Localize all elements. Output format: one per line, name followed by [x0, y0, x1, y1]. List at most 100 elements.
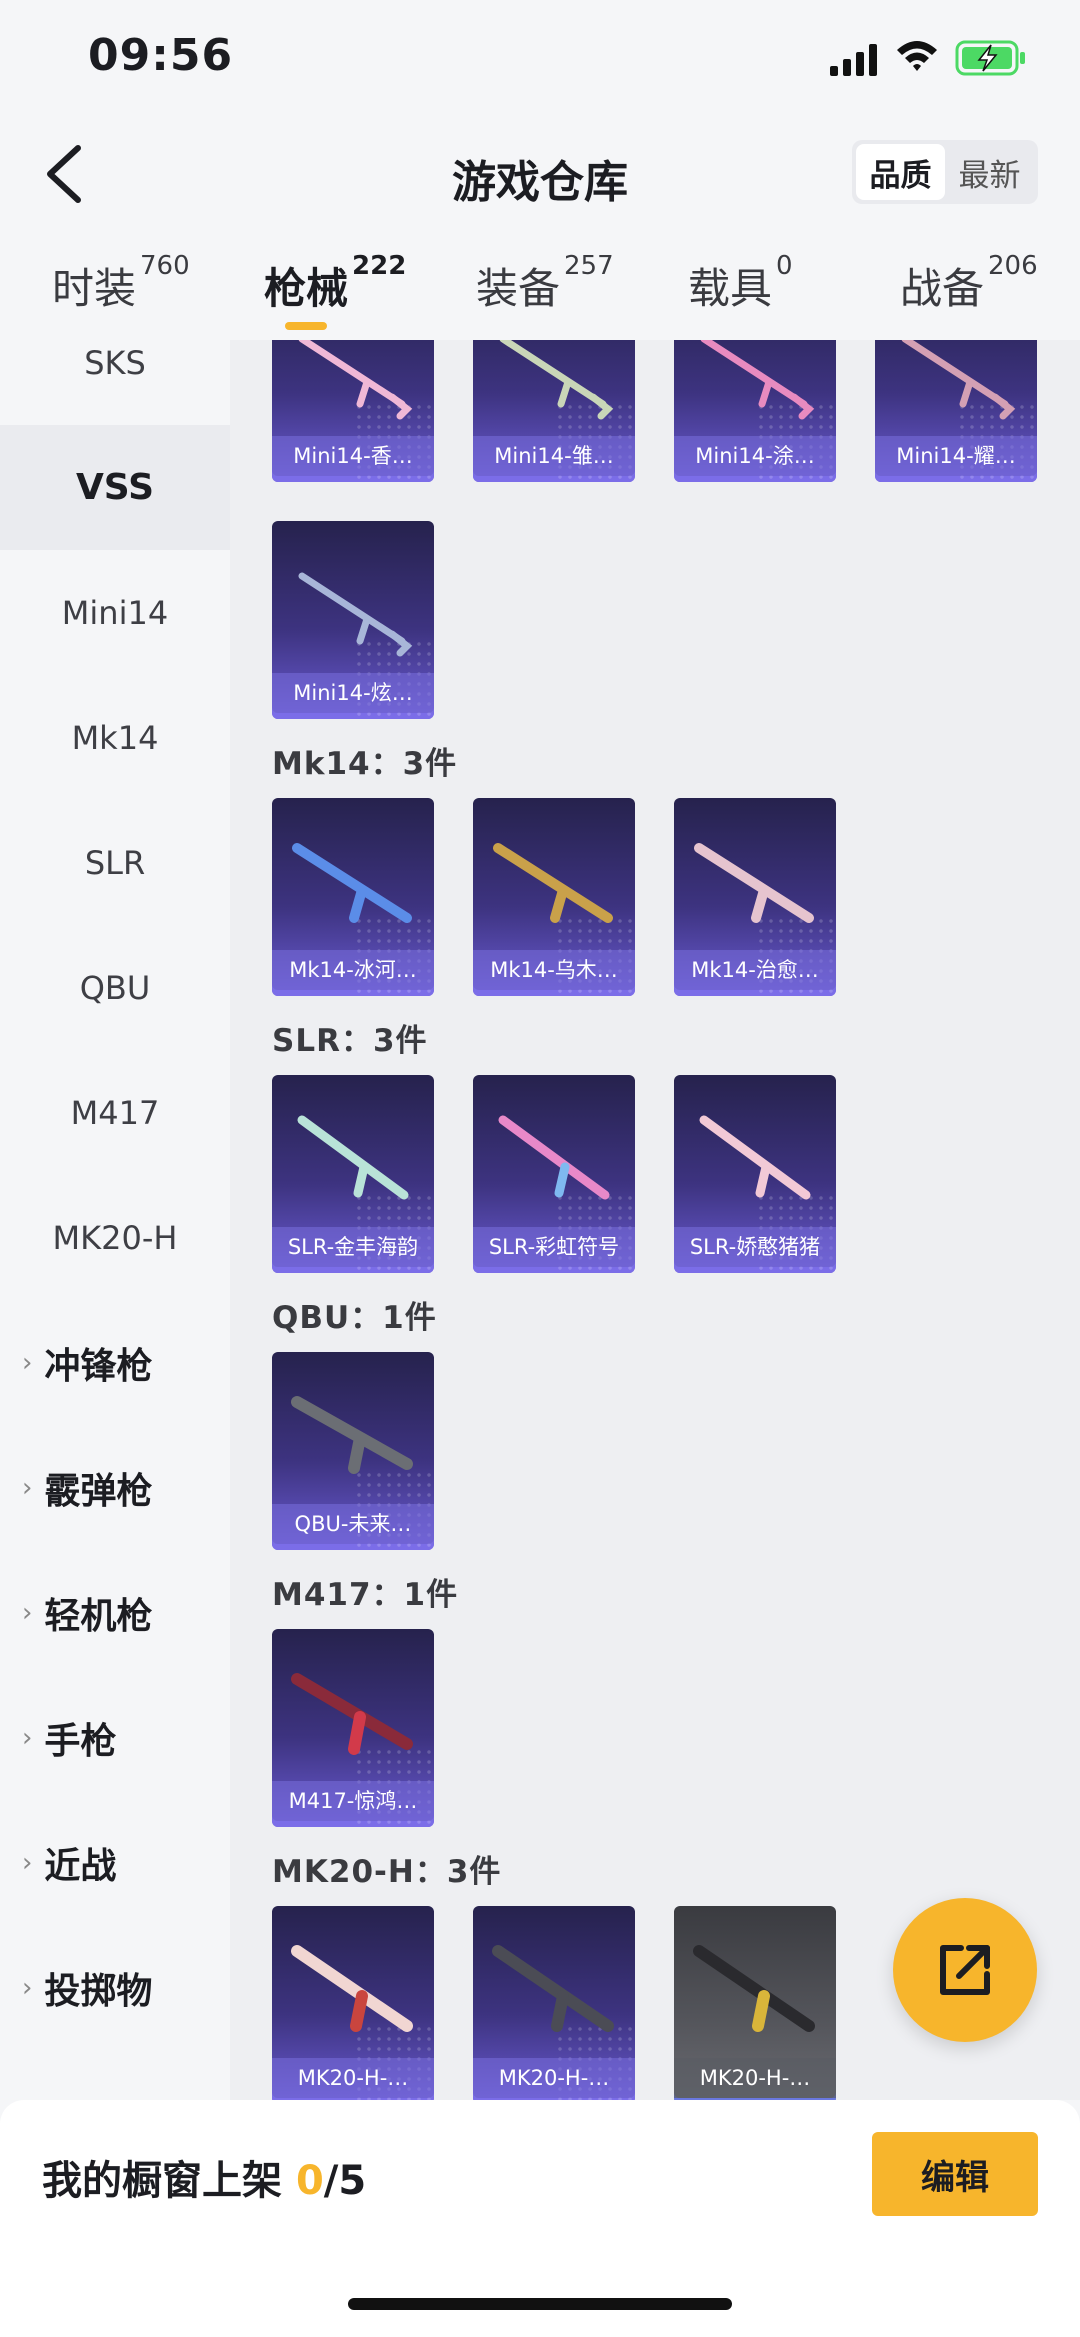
tab-supplies[interactable]: 战备 206	[900, 251, 1038, 316]
sidebar-item-mk14[interactable]: Mk14	[0, 675, 230, 800]
skin-name: Mini14-炫…	[272, 673, 434, 713]
sidebar-category-label: 霰弹枪	[44, 1470, 153, 1512]
showcase-total: /5	[323, 2158, 367, 2204]
rifle-icon	[291, 1945, 413, 2032]
skin-name: Mini14-雏…	[473, 436, 635, 476]
tab-label: 战备	[900, 264, 985, 313]
rifle-icon	[699, 1115, 811, 1200]
sort-option-quality[interactable]: 品质	[856, 144, 945, 200]
skin-name: SLR-金丰海韵	[272, 1227, 434, 1267]
sort-option-newest[interactable]: 最新	[945, 144, 1034, 200]
chevron-right-icon: ›	[22, 1847, 33, 1878]
skin-card[interactable]: Mk14-乌木…	[473, 798, 635, 996]
sidebar-category-label: 近战	[44, 1845, 117, 1887]
skin-card[interactable]: SLR-金丰海韵	[272, 1075, 434, 1273]
skin-card[interactable]: Mini14-雏…	[473, 340, 635, 482]
skin-card[interactable]: M417-惊鸿…	[272, 1629, 434, 1827]
group-title-mk14: Mk14：3件	[272, 746, 458, 782]
showcase-status: 我的橱窗上架 0/5	[42, 2148, 366, 2206]
home-indicator	[348, 2298, 732, 2310]
sidebar-category-lmg[interactable]: › 轻机枪	[0, 1550, 230, 1675]
skin-card[interactable]: Mini14-耀…	[875, 340, 1037, 482]
group-title-slr: SLR：3件	[272, 1023, 428, 1059]
showcase-current-count: 0	[295, 2158, 324, 2204]
showcase-label: 我的橱窗上架	[42, 2158, 296, 2204]
rifle-icon	[694, 843, 814, 923]
tab-label: 载具	[688, 264, 773, 313]
sidebar-item-mk20h[interactable]: MK20-H	[0, 1175, 230, 1300]
skin-card[interactable]: MK20-H-…	[272, 1906, 434, 2100]
tab-guns[interactable]: 枪械 222	[264, 251, 406, 316]
tab-label: 枪械	[264, 264, 349, 313]
skin-name: SLR-娇憨猪猪	[674, 1227, 836, 1267]
rifle-icon	[291, 1673, 413, 1755]
gun-skin-grid: Mini14-香… Mini14-雏… Mini14-涂… Mini14-耀… …	[230, 340, 1080, 2100]
tab-fashion[interactable]: 时装 760	[52, 251, 190, 316]
sidebar-category-smg[interactable]: › 冲锋枪	[0, 1300, 230, 1425]
tab-equipment[interactable]: 装备 257	[476, 251, 614, 316]
sidebar-category-label: 冲锋枪	[44, 1345, 153, 1387]
sidebar-item-vss[interactable]: VSS	[0, 425, 230, 550]
group-title-m417: M417：1件	[272, 1577, 459, 1613]
status-time: 09:56	[88, 30, 234, 81]
wifi-icon	[897, 41, 937, 71]
chevron-right-icon: ›	[22, 1722, 33, 1753]
skin-name: M417-惊鸿…	[272, 1781, 434, 1821]
sidebar-category-shotgun[interactable]: › 霰弹枪	[0, 1425, 230, 1550]
sidebar-category-pistol[interactable]: › 手枪	[0, 1675, 230, 1800]
skin-card[interactable]: Mini14-涂…	[674, 340, 836, 482]
sidebar-item-qbu[interactable]: QBU	[0, 925, 230, 1050]
rifle-icon	[298, 340, 413, 420]
sidebar-category-label: 投掷物	[44, 1970, 153, 2012]
gun-type-sidebar: SKS VSS Mini14 Mk14 SLR QBU M417 MK20-H …	[0, 340, 230, 2100]
edit-button[interactable]: 编辑	[872, 2132, 1038, 2216]
sidebar-category-label: 轻机枪	[44, 1595, 153, 1637]
skin-name: Mini14-涂…	[674, 436, 836, 476]
group-title-mk20h: MK20-H：3件	[272, 1854, 502, 1890]
tab-label: 装备	[476, 264, 561, 313]
skin-card[interactable]: Mk14-冰河…	[272, 798, 434, 996]
tab-count: 760	[140, 251, 190, 281]
skin-name: SLR-彩虹符号	[473, 1227, 635, 1267]
skin-card[interactable]: QBU-未来…	[272, 1352, 434, 1550]
skin-name: Mini14-耀…	[875, 436, 1037, 476]
sidebar-category-melee[interactable]: › 近战	[0, 1800, 230, 1925]
sidebar-category-throwable[interactable]: › 投掷物	[0, 1925, 230, 2050]
skin-card[interactable]: Mini14-炫…	[272, 521, 434, 719]
chevron-right-icon: ›	[22, 1597, 33, 1628]
skin-card[interactable]: SLR-彩虹符号	[473, 1075, 635, 1273]
rifle-icon	[292, 843, 412, 923]
tab-count: 206	[988, 251, 1038, 281]
rifle-icon	[499, 340, 614, 420]
battery-charging-icon	[955, 40, 1025, 76]
rifle-icon	[291, 1396, 413, 1474]
skin-name: MK20-H-…	[473, 2058, 635, 2098]
active-tab-indicator	[285, 322, 327, 330]
sidebar-item-slr[interactable]: SLR	[0, 800, 230, 925]
chevron-right-icon: ›	[22, 1347, 33, 1378]
showcase-footer: 我的橱窗上架 0/5 编辑	[0, 2100, 1080, 2337]
tab-label: 时装	[52, 264, 137, 313]
skin-name: Mk14-治愈…	[674, 950, 836, 990]
skin-card[interactable]: SLR-娇憨猪猪	[674, 1075, 836, 1273]
tab-vehicles[interactable]: 载具 0	[688, 251, 793, 316]
status-bar: 09:56	[0, 0, 1080, 120]
skin-name: Mini14-香…	[272, 436, 434, 476]
skin-card[interactable]: MK20-H-…	[473, 1906, 635, 2100]
rifle-icon	[493, 843, 613, 923]
sidebar-item-m417[interactable]: M417	[0, 1050, 230, 1175]
skin-card[interactable]: Mini14-香…	[272, 340, 434, 482]
chevron-right-icon: ›	[22, 1472, 33, 1503]
navigation-bar: 游戏仓库 品质 最新	[0, 120, 1080, 230]
tab-count: 257	[564, 251, 614, 281]
skin-name: MK20-H-…	[272, 2058, 434, 2098]
share-button[interactable]	[893, 1898, 1037, 2042]
sort-toggle[interactable]: 品质 最新	[852, 140, 1038, 204]
rifle-icon	[693, 1945, 815, 2032]
skin-card[interactable]: Mk14-治愈…	[674, 798, 836, 996]
cellular-signal-icon	[830, 44, 877, 76]
skin-name: Mk14-乌木…	[473, 950, 635, 990]
sidebar-item-sks[interactable]: SKS	[0, 340, 230, 425]
sidebar-item-mini14[interactable]: Mini14	[0, 550, 230, 675]
skin-card[interactable]: MK20-H-…	[674, 1906, 836, 2100]
